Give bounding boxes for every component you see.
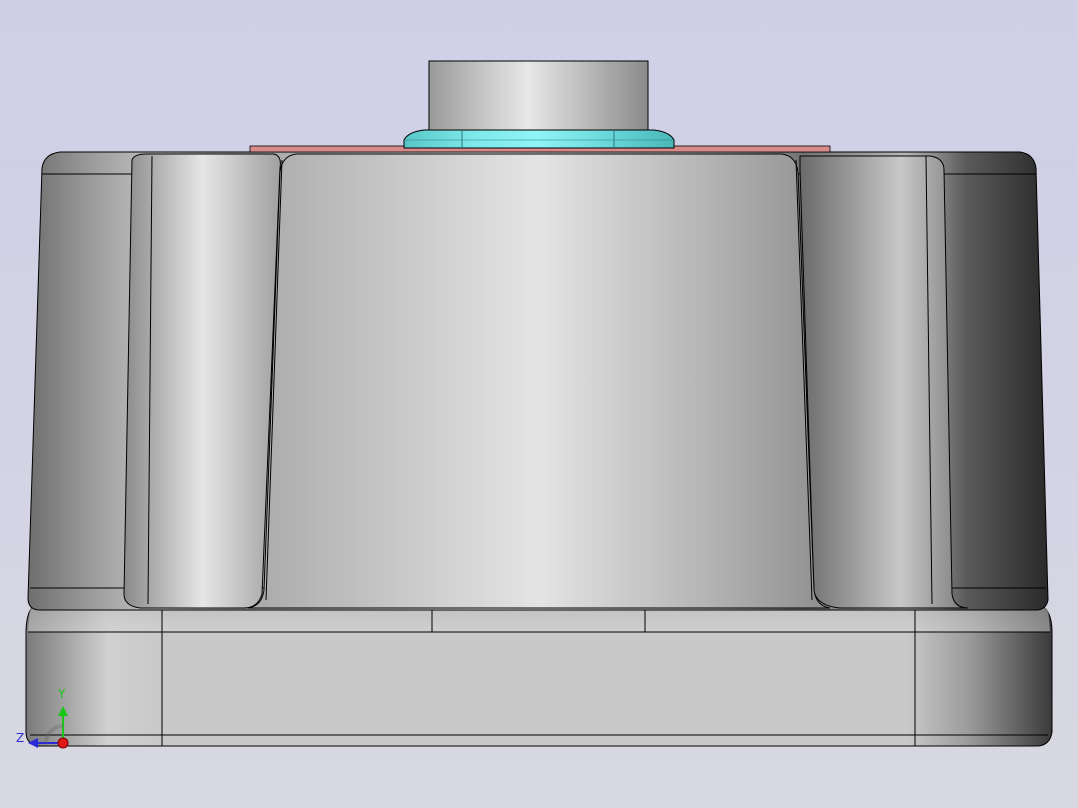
top-boss[interactable]: [428, 60, 649, 131]
part-model[interactable]: [0, 0, 1078, 808]
center-block[interactable]: [247, 153, 831, 609]
base-plate[interactable]: [25, 604, 1053, 747]
axis-z-label: Z: [16, 731, 25, 745]
left-rib[interactable]: [123, 153, 281, 609]
right-rib[interactable]: [799, 155, 969, 609]
axis-y-label: Y: [58, 687, 66, 701]
hex-nut[interactable]: [403, 129, 675, 149]
cad-viewport[interactable]: Y Z: [0, 0, 1078, 808]
